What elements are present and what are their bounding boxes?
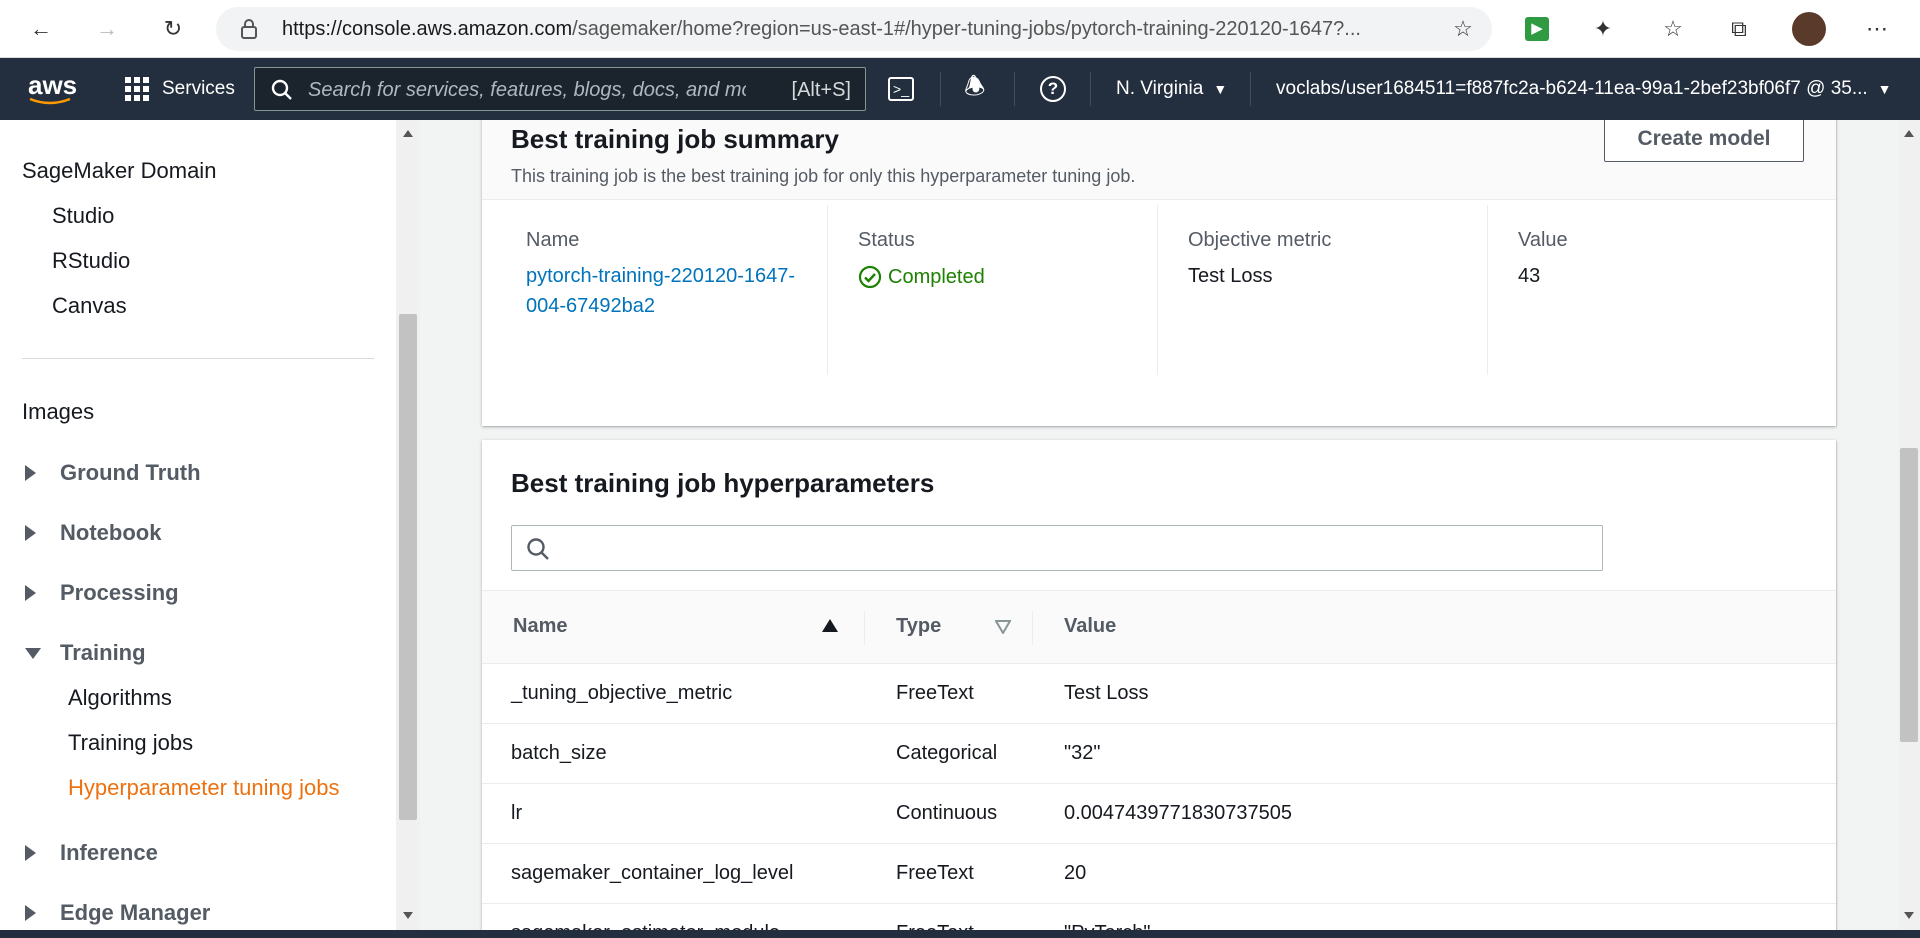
notifications-bell-icon[interactable]: 🕭 bbox=[964, 58, 985, 120]
services-menu-button[interactable]: Services bbox=[124, 58, 235, 120]
address-bar[interactable]: https://console.aws.amazon.com/sagemaker… bbox=[216, 7, 1492, 51]
cloudshell-icon[interactable]: >_ bbox=[888, 58, 914, 120]
caret-down-icon: ▼ bbox=[1877, 81, 1892, 97]
search-icon bbox=[271, 79, 292, 100]
summary-header: Best training job summary This training … bbox=[482, 120, 1836, 200]
metric-value: Test Loss bbox=[1188, 265, 1273, 287]
url-text: https://console.aws.amazon.com/sagemaker… bbox=[282, 18, 1361, 40]
search-icon bbox=[527, 538, 549, 560]
aws-console-nav: aws Services Search for services, featur… bbox=[0, 58, 1920, 120]
status-label: Status bbox=[858, 229, 915, 251]
expand-icon[interactable] bbox=[25, 525, 36, 541]
favorite-add-icon[interactable]: ☆ bbox=[1446, 12, 1480, 46]
search-shortcut: [Alt+S] bbox=[791, 79, 851, 101]
column-header-type[interactable]: Type bbox=[896, 615, 941, 638]
avatar[interactable] bbox=[1792, 12, 1826, 46]
extensions-puzzle-icon[interactable]: ✦ bbox=[1586, 12, 1620, 46]
main-scrollbar-thumb[interactable] bbox=[1900, 448, 1918, 742]
summary-description: This training job is the best training j… bbox=[511, 166, 1136, 186]
value-label: Value bbox=[1518, 229, 1568, 251]
main-scrollbar[interactable] bbox=[1898, 120, 1920, 930]
expand-icon[interactable] bbox=[25, 905, 36, 921]
table-row: sagemaker_estimator_module FreeText "PyT… bbox=[482, 904, 1836, 930]
sidebar-item-canvas[interactable]: Canvas bbox=[52, 293, 127, 319]
summary-col-metric: Objective metric Test Loss bbox=[1188, 205, 1478, 397]
collapse-icon[interactable] bbox=[25, 648, 41, 659]
table-row: lr Continuous 0.0047439771830737505 bbox=[482, 784, 1836, 844]
column-header-name[interactable]: Name bbox=[513, 615, 567, 638]
expand-icon[interactable] bbox=[25, 845, 36, 861]
sort-ascending-icon[interactable] bbox=[822, 619, 838, 632]
summary-col-value: Value 43 bbox=[1518, 205, 1808, 397]
sidebar-group-notebook[interactable]: Notebook bbox=[60, 520, 161, 546]
sidebar-group-training[interactable]: Training bbox=[60, 640, 146, 666]
hyperparameters-panel: Best training job hyperparameters Name T… bbox=[482, 440, 1836, 930]
sidebar-group-processing[interactable]: Processing bbox=[60, 580, 179, 606]
scroll-up-icon[interactable] bbox=[1904, 130, 1914, 137]
table-row: sagemaker_container_log_level FreeText 2… bbox=[482, 844, 1836, 904]
name-label: Name bbox=[526, 229, 580, 251]
sidebar-group-ground-truth[interactable]: Ground Truth bbox=[60, 460, 201, 486]
column-header-value[interactable]: Value bbox=[1064, 615, 1116, 638]
back-icon[interactable]: ← bbox=[24, 12, 58, 46]
service-search-input[interactable]: Search for services, features, blogs, do… bbox=[254, 67, 866, 111]
table-row: batch_size Categorical "32" bbox=[482, 724, 1836, 784]
console-footer-bar bbox=[0, 930, 1920, 938]
favorites-icon[interactable]: ☆ bbox=[1656, 12, 1690, 46]
summary-title: Best training job summary bbox=[511, 124, 839, 154]
best-job-link[interactable]: pytorch-training-220120-1647-004-67492ba… bbox=[526, 261, 796, 321]
summary-col-status: Status Completed bbox=[858, 205, 1148, 397]
sidebar-group-edge-manager[interactable]: Edge Manager bbox=[60, 900, 210, 926]
more-icon[interactable]: ⋯ bbox=[1860, 12, 1894, 46]
summary-col-name: Name pytorch-training-220120-1647-004-67… bbox=[526, 205, 816, 397]
sidebar-item-hyperparameter-tuning-jobs[interactable]: Hyperparameter tuning jobs bbox=[68, 775, 339, 801]
caret-down-icon: ▼ bbox=[1213, 81, 1228, 97]
sidebar-scrollbar[interactable] bbox=[396, 120, 420, 930]
help-icon[interactable]: ? bbox=[1040, 58, 1066, 120]
account-menu[interactable]: voclabs/user1684511=f887fc2a-b624-11ea-9… bbox=[1276, 58, 1892, 120]
table-row: _tuning_objective_metric FreeText Test L… bbox=[482, 664, 1836, 724]
sidebar-item-studio[interactable]: Studio bbox=[52, 203, 114, 229]
search-placeholder: Search for services, features, blogs, do… bbox=[308, 79, 746, 101]
main-content: Best training job summary This training … bbox=[420, 120, 1898, 930]
sidebar-group-inference[interactable]: Inference bbox=[60, 840, 158, 866]
hyperparameters-title: Best training job hyperparameters bbox=[511, 468, 935, 498]
forward-icon[interactable]: → bbox=[90, 12, 124, 46]
services-label: Services bbox=[162, 78, 235, 99]
scroll-down-icon[interactable] bbox=[1904, 912, 1914, 919]
table-header: Name Type Value bbox=[482, 590, 1836, 664]
scroll-up-icon[interactable] bbox=[403, 130, 413, 137]
check-circle-icon bbox=[858, 265, 882, 289]
account-label: voclabs/user1684511=f887fc2a-b624-11ea-9… bbox=[1276, 78, 1868, 99]
lock-icon bbox=[241, 19, 257, 39]
expand-icon[interactable] bbox=[25, 585, 36, 601]
refresh-icon[interactable]: ↻ bbox=[156, 12, 190, 46]
sidebar-scrollbar-thumb[interactable] bbox=[399, 314, 417, 820]
aws-logo[interactable]: aws bbox=[28, 58, 77, 120]
region-selector[interactable]: N. Virginia ▼ bbox=[1116, 58, 1227, 120]
create-model-button[interactable]: Create model bbox=[1604, 120, 1804, 162]
sidebar-item-rstudio[interactable]: RStudio bbox=[52, 248, 130, 274]
grid-icon bbox=[125, 77, 149, 101]
sidebar-item-sagemaker-domain[interactable]: SageMaker Domain bbox=[22, 158, 216, 184]
value-value: 43 bbox=[1518, 265, 1541, 287]
collections-icon[interactable]: ⧉ bbox=[1722, 12, 1756, 46]
sidebar: SageMaker Domain Studio RStudio Canvas I… bbox=[0, 120, 420, 930]
hyperparameter-search-input[interactable] bbox=[511, 525, 1603, 571]
browser-toolbar: ← → ↻ https://console.aws.amazon.com/sag… bbox=[0, 0, 1920, 58]
metric-label: Objective metric bbox=[1188, 229, 1332, 251]
sidebar-divider bbox=[22, 358, 374, 359]
scroll-down-icon[interactable] bbox=[403, 912, 413, 919]
sort-icon[interactable] bbox=[995, 620, 1011, 634]
region-label: N. Virginia bbox=[1116, 78, 1204, 99]
sidebar-item-images[interactable]: Images bbox=[22, 399, 94, 425]
expand-icon[interactable] bbox=[25, 465, 36, 481]
sidebar-item-training-jobs[interactable]: Training jobs bbox=[68, 730, 193, 756]
extension-green-icon[interactable]: ▶ bbox=[1520, 12, 1554, 46]
status-badge: Completed bbox=[858, 265, 985, 289]
sidebar-item-algorithms[interactable]: Algorithms bbox=[68, 685, 172, 711]
best-job-summary-panel: Best training job summary This training … bbox=[482, 120, 1836, 426]
